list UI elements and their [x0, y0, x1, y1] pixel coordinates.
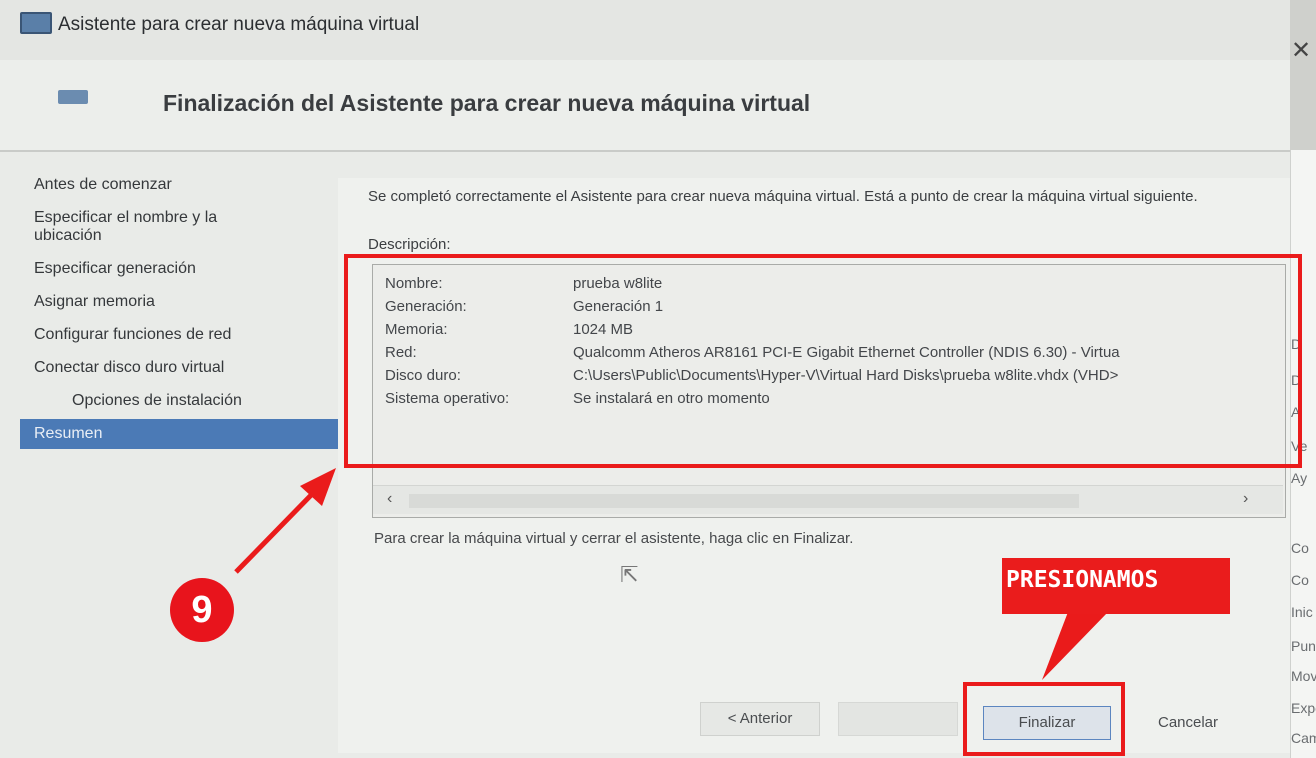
- arrow-line: [234, 486, 320, 574]
- callout-pointer: [1042, 612, 1108, 680]
- step-number-badge: 9: [170, 578, 234, 642]
- action-callout: PRESIONAMOS: [1002, 558, 1230, 614]
- annotation-arrows: [234, 468, 1108, 680]
